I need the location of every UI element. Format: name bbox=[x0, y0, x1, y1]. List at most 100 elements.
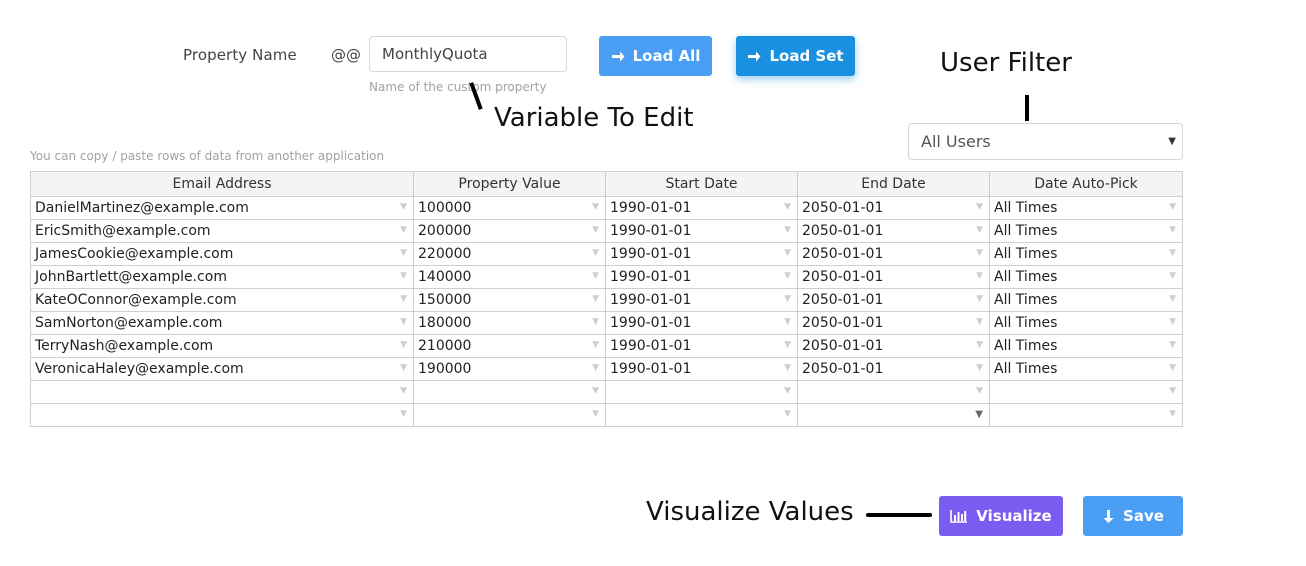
dropdown-arrow-icon[interactable]: ▼ bbox=[1169, 202, 1176, 212]
grid-cell[interactable]: 100000 ▼ bbox=[413, 196, 606, 220]
column-header[interactable]: Start Date bbox=[605, 171, 798, 197]
grid-cell[interactable]: All Times ▼ bbox=[989, 334, 1183, 358]
dropdown-arrow-icon[interactable]: ▼ bbox=[1169, 271, 1176, 281]
grid-cell[interactable]: JohnBartlett@example.com ▼ bbox=[30, 265, 414, 289]
dropdown-arrow-icon[interactable]: ▼ bbox=[784, 225, 791, 235]
grid-cell[interactable]: SamNorton@example.com ▼ bbox=[30, 311, 414, 335]
load-all-button[interactable]: Load All bbox=[599, 36, 712, 76]
grid-cell[interactable]: ▼ bbox=[605, 403, 798, 427]
dropdown-arrow-icon[interactable]: ▼ bbox=[400, 271, 407, 281]
column-header[interactable]: Property Value bbox=[413, 171, 606, 197]
dropdown-arrow-icon[interactable]: ▼ bbox=[976, 386, 983, 396]
grid-cell[interactable]: 2050-01-01 ▼ bbox=[797, 311, 990, 335]
dropdown-arrow-icon[interactable]: ▼ bbox=[1169, 317, 1176, 327]
dropdown-arrow-icon[interactable]: ▼ bbox=[1169, 294, 1176, 304]
dropdown-arrow-icon[interactable]: ▼ bbox=[592, 363, 599, 373]
column-header[interactable]: Email Address bbox=[30, 171, 414, 197]
grid-cell[interactable]: 2050-01-01 ▼ bbox=[797, 334, 990, 358]
dropdown-arrow-icon[interactable]: ▼ bbox=[976, 271, 983, 281]
dropdown-arrow-icon[interactable]: ▼ bbox=[784, 271, 791, 281]
grid-cell[interactable]: All Times ▼ bbox=[989, 196, 1183, 220]
grid-cell[interactable]: ▼ bbox=[989, 403, 1183, 427]
grid-cell[interactable]: TerryNash@example.com ▼ bbox=[30, 334, 414, 358]
grid-cell[interactable]: ▼ bbox=[797, 403, 990, 427]
grid-cell[interactable]: 2050-01-01 ▼ bbox=[797, 219, 990, 243]
dropdown-arrow-icon[interactable]: ▼ bbox=[592, 225, 599, 235]
grid-cell[interactable]: 1990-01-01 ▼ bbox=[605, 288, 798, 312]
dropdown-arrow-icon[interactable]: ▼ bbox=[975, 409, 983, 420]
dropdown-arrow-icon[interactable]: ▼ bbox=[976, 248, 983, 258]
grid-cell[interactable]: ▼ bbox=[413, 380, 606, 404]
grid-cell[interactable]: 1990-01-01 ▼ bbox=[605, 357, 798, 381]
grid-cell[interactable]: DanielMartinez@example.com ▼ bbox=[30, 196, 414, 220]
property-name-input[interactable] bbox=[369, 36, 567, 72]
grid-cell[interactable]: ▼ bbox=[413, 403, 606, 427]
save-button[interactable]: Save bbox=[1083, 496, 1183, 536]
dropdown-arrow-icon[interactable]: ▼ bbox=[976, 340, 983, 350]
grid-cell[interactable]: All Times ▼ bbox=[989, 311, 1183, 335]
dropdown-arrow-icon[interactable]: ▼ bbox=[400, 409, 407, 419]
grid-cell[interactable]: JamesCookie@example.com ▼ bbox=[30, 242, 414, 266]
grid-cell[interactable]: 190000 ▼ bbox=[413, 357, 606, 381]
dropdown-arrow-icon[interactable]: ▼ bbox=[592, 202, 599, 212]
grid-cell[interactable]: ▼ bbox=[30, 380, 414, 404]
grid-cell[interactable]: ▼ bbox=[605, 380, 798, 404]
grid-cell[interactable]: EricSmith@example.com ▼ bbox=[30, 219, 414, 243]
grid-cell[interactable]: 2050-01-01 ▼ bbox=[797, 265, 990, 289]
grid-cell[interactable]: 2050-01-01 ▼ bbox=[797, 196, 990, 220]
grid-cell[interactable]: 2050-01-01 ▼ bbox=[797, 357, 990, 381]
dropdown-arrow-icon[interactable]: ▼ bbox=[400, 294, 407, 304]
dropdown-arrow-icon[interactable]: ▼ bbox=[400, 225, 407, 235]
dropdown-arrow-icon[interactable]: ▼ bbox=[1169, 340, 1176, 350]
dropdown-arrow-icon[interactable]: ▼ bbox=[976, 317, 983, 327]
dropdown-arrow-icon[interactable]: ▼ bbox=[784, 386, 791, 396]
dropdown-arrow-icon[interactable]: ▼ bbox=[1169, 248, 1176, 258]
grid-cell[interactable]: VeronicaHaley@example.com ▼ bbox=[30, 357, 414, 381]
grid-cell[interactable]: ▼ bbox=[797, 380, 990, 404]
dropdown-arrow-icon[interactable]: ▼ bbox=[592, 340, 599, 350]
grid-cell[interactable]: 1990-01-01 ▼ bbox=[605, 242, 798, 266]
column-header[interactable]: Date Auto-Pick bbox=[989, 171, 1183, 197]
dropdown-arrow-icon[interactable]: ▼ bbox=[400, 363, 407, 373]
dropdown-arrow-icon[interactable]: ▼ bbox=[784, 294, 791, 304]
grid-cell[interactable]: 2050-01-01 ▼ bbox=[797, 242, 990, 266]
grid-cell[interactable]: All Times ▼ bbox=[989, 242, 1183, 266]
dropdown-arrow-icon[interactable]: ▼ bbox=[784, 248, 791, 258]
dropdown-arrow-icon[interactable]: ▼ bbox=[592, 386, 599, 396]
dropdown-arrow-icon[interactable]: ▼ bbox=[976, 294, 983, 304]
grid-cell[interactable]: 1990-01-01 ▼ bbox=[605, 311, 798, 335]
grid-cell[interactable]: 150000 ▼ bbox=[413, 288, 606, 312]
dropdown-arrow-icon[interactable]: ▼ bbox=[784, 340, 791, 350]
grid-cell[interactable]: All Times ▼ bbox=[989, 357, 1183, 381]
dropdown-arrow-icon[interactable]: ▼ bbox=[400, 248, 407, 258]
grid-cell[interactable]: 1990-01-01 ▼ bbox=[605, 219, 798, 243]
dropdown-arrow-icon[interactable]: ▼ bbox=[592, 317, 599, 327]
visualize-button[interactable]: Visualize bbox=[939, 496, 1063, 536]
grid-cell[interactable]: All Times ▼ bbox=[989, 288, 1183, 312]
dropdown-arrow-icon[interactable]: ▼ bbox=[592, 248, 599, 258]
dropdown-arrow-icon[interactable]: ▼ bbox=[1169, 386, 1176, 396]
dropdown-arrow-icon[interactable]: ▼ bbox=[784, 202, 791, 212]
column-header[interactable]: End Date bbox=[797, 171, 990, 197]
dropdown-arrow-icon[interactable]: ▼ bbox=[400, 317, 407, 327]
grid-cell[interactable]: 1990-01-01 ▼ bbox=[605, 196, 798, 220]
dropdown-arrow-icon[interactable]: ▼ bbox=[1169, 409, 1176, 419]
dropdown-arrow-icon[interactable]: ▼ bbox=[592, 271, 599, 281]
grid-cell[interactable]: 1990-01-01 ▼ bbox=[605, 265, 798, 289]
grid-cell[interactable]: All Times ▼ bbox=[989, 265, 1183, 289]
dropdown-arrow-icon[interactable]: ▼ bbox=[400, 386, 407, 396]
dropdown-arrow-icon[interactable]: ▼ bbox=[1169, 363, 1176, 373]
grid-cell[interactable]: 180000 ▼ bbox=[413, 311, 606, 335]
dropdown-arrow-icon[interactable]: ▼ bbox=[784, 317, 791, 327]
load-set-button[interactable]: Load Set bbox=[736, 36, 855, 76]
dropdown-arrow-icon[interactable]: ▼ bbox=[400, 340, 407, 350]
grid-cell[interactable]: ▼ bbox=[30, 403, 414, 427]
dropdown-arrow-icon[interactable]: ▼ bbox=[1169, 225, 1176, 235]
grid-cell[interactable]: 1990-01-01 ▼ bbox=[605, 334, 798, 358]
dropdown-arrow-icon[interactable]: ▼ bbox=[400, 202, 407, 212]
dropdown-arrow-icon[interactable]: ▼ bbox=[592, 409, 599, 419]
grid-cell[interactable]: ▼ bbox=[989, 380, 1183, 404]
user-filter-select[interactable]: All Users ▼ bbox=[908, 123, 1183, 160]
dropdown-arrow-icon[interactable]: ▼ bbox=[976, 202, 983, 212]
grid-cell[interactable]: 140000 ▼ bbox=[413, 265, 606, 289]
